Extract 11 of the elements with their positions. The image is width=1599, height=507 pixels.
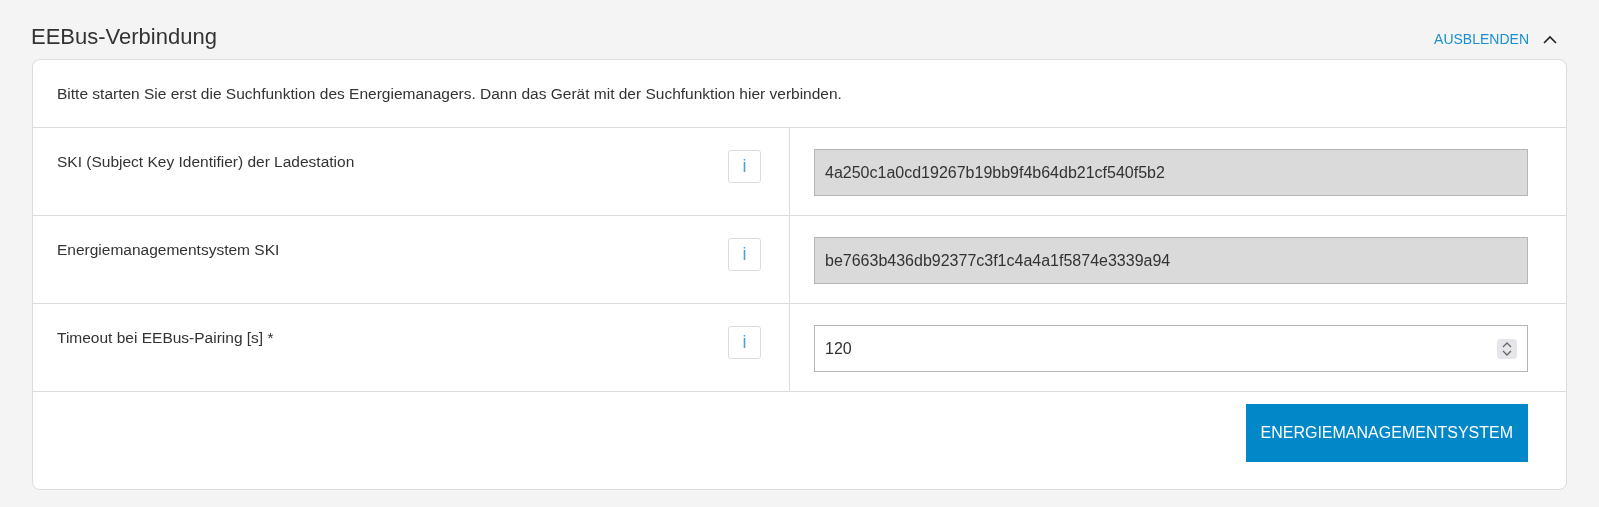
field-label: Timeout bei EEBus-Pairing [s] * bbox=[57, 328, 274, 348]
connect-button[interactable]: ENERGIEMANAGEMENTSYSTEM bbox=[1245, 404, 1528, 462]
section-title: EEBus-Verbindung bbox=[31, 23, 217, 51]
chevron-icon bbox=[1543, 34, 1557, 45]
number-field[interactable]: 120 bbox=[814, 325, 1528, 372]
spinner-icon[interactable] bbox=[1497, 338, 1517, 359]
intro-text: Bitte starten Sie erst die Suchfunktion des Energiemanagers. Dann das Gerät mit der Suchfunktion hier verbinden. bbox=[57, 83, 842, 104]
info-button[interactable]: i bbox=[728, 326, 761, 359]
collapse-toggle[interactable]: AUSBLENDEN bbox=[1434, 29, 1557, 53]
field-label: SKI (Subject Key Identifier) der Ladestation bbox=[57, 152, 355, 172]
field-label: Energiemanagementsystem SKI bbox=[57, 240, 280, 260]
